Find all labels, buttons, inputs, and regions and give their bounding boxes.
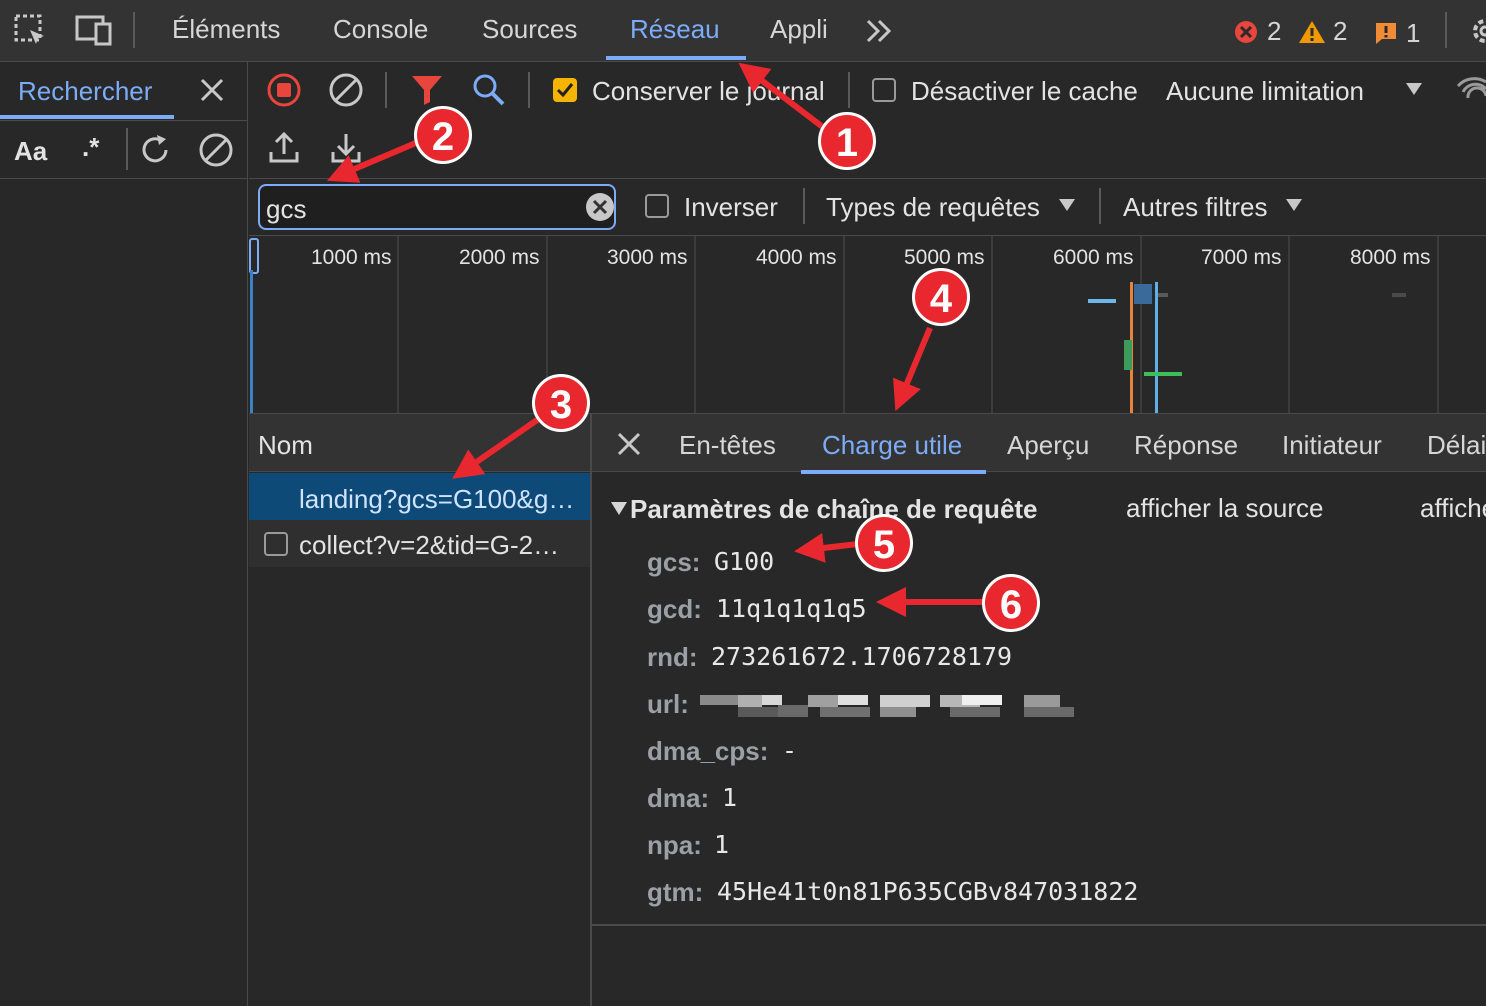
- annotation-badge-1: 1: [818, 112, 876, 170]
- annotation-arrow-4: [893, 326, 933, 412]
- annotation-arrow-1: [738, 62, 826, 131]
- annotation-badge-5: 5: [855, 514, 913, 572]
- annotation-badge-2: 2: [414, 106, 472, 164]
- annotation-badge-6: 6: [982, 574, 1040, 632]
- annotation-arrows: [326, 62, 984, 617]
- annotation-badge-4: 4: [912, 268, 970, 326]
- annotation-arrow-2: [326, 139, 420, 183]
- annotation-badge-3: 3: [532, 374, 590, 432]
- annotation-arrow-5: [794, 533, 859, 563]
- annotation-arrow-3: [452, 415, 542, 479]
